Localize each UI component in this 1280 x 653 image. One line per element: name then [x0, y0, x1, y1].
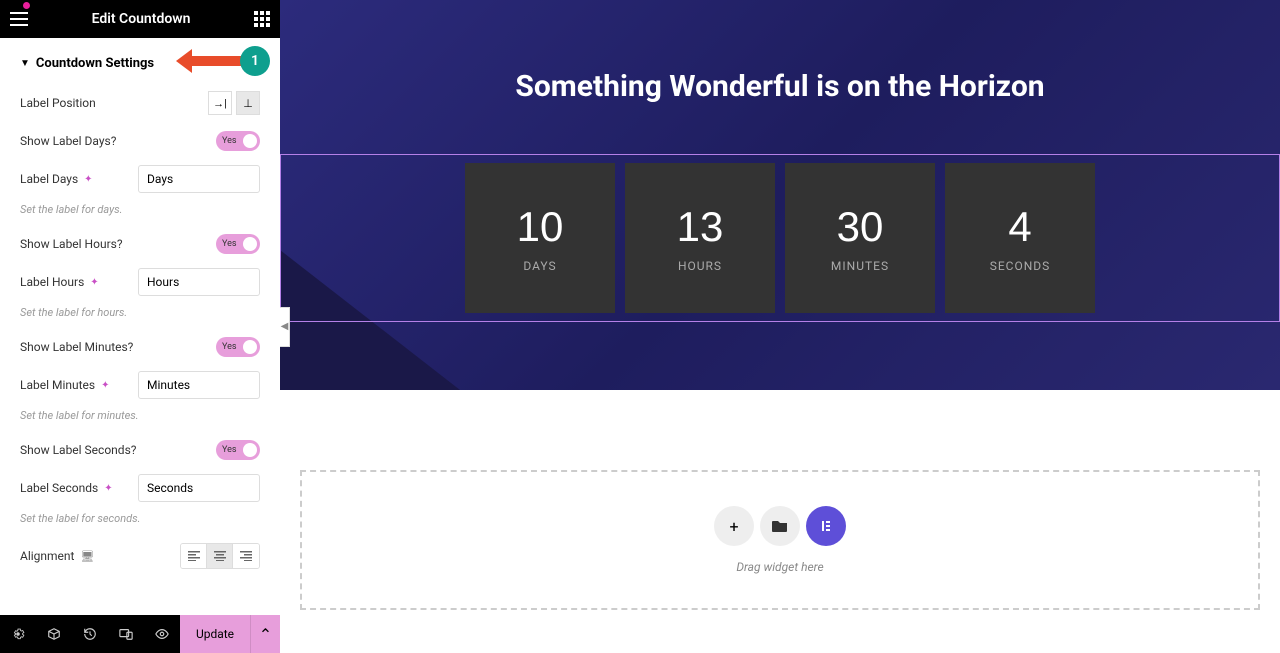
update-button[interactable]: Update: [180, 615, 250, 653]
globe-icon[interactable]: ✦: [104, 483, 112, 494]
align-left-button[interactable]: [181, 544, 207, 568]
toggle-show-hours[interactable]: Yes: [216, 234, 260, 254]
countdown-minutes: 30 MINUTES: [785, 163, 935, 313]
row-show-hours: Show Label Hours? Yes: [0, 226, 280, 262]
countdown-hours: 13 HOURS: [625, 163, 775, 313]
input-label-seconds[interactable]: [138, 474, 260, 502]
elementor-button[interactable]: [806, 506, 846, 546]
sidebar-footer: Update ⌃: [0, 615, 280, 653]
folder-button[interactable]: [760, 506, 800, 546]
align-right-button[interactable]: [233, 544, 259, 568]
row-show-minutes: Show Label Minutes? Yes: [0, 329, 280, 365]
countdown-widget[interactable]: 10 DAYS 13 HOURS 30 MINUTES 4 SECONDS: [280, 154, 1280, 322]
position-below-button[interactable]: ⊥: [236, 91, 260, 115]
sidebar-title: Edit Countdown: [28, 11, 254, 27]
hero-title: Something Wonderful is on the Horizon: [515, 69, 1044, 104]
help-minutes: Set the label for minutes.: [0, 405, 280, 432]
globe-icon[interactable]: ✦: [90, 277, 98, 288]
notification-dot: [23, 2, 30, 9]
add-widget-button[interactable]: +: [714, 506, 754, 546]
callout-badge: 1: [240, 46, 270, 76]
dropzone-text: Drag widget here: [736, 560, 823, 574]
apps-icon[interactable]: [254, 11, 270, 27]
row-label-days: Label Days✦: [0, 159, 280, 199]
row-label-minutes: Label Minutes✦: [0, 365, 280, 405]
align-center-button[interactable]: [207, 544, 233, 568]
help-seconds: Set the label for seconds.: [0, 508, 280, 535]
desktop-icon[interactable]: 🖥: [80, 550, 94, 563]
input-label-minutes[interactable]: [138, 371, 260, 399]
menu-icon[interactable]: [10, 12, 28, 26]
collapse-sidebar-button[interactable]: ◀: [280, 307, 290, 347]
row-show-seconds: Show Label Seconds? Yes: [0, 432, 280, 468]
sidebar-body: ▼ Countdown Settings 1 Label Position →|…: [0, 38, 280, 615]
countdown-seconds: 4 SECONDS: [945, 163, 1095, 313]
callout-arrow: 1: [176, 46, 270, 76]
canvas: Something Wonderful is on the Horizon 10…: [280, 0, 1280, 653]
preview-icon[interactable]: [144, 615, 180, 653]
sidebar-header: Edit Countdown: [0, 0, 280, 38]
input-label-days[interactable]: [138, 165, 260, 193]
countdown-days: 10 DAYS: [465, 163, 615, 313]
toggle-show-seconds[interactable]: Yes: [216, 440, 260, 460]
row-alignment: Alignment🖥: [0, 535, 280, 577]
row-label-seconds: Label Seconds✦: [0, 468, 280, 508]
position-inline-button[interactable]: →|: [208, 91, 232, 115]
row-label-position: Label Position →| ⊥: [0, 83, 280, 123]
navigator-icon[interactable]: [36, 615, 72, 653]
help-days: Set the label for days.: [0, 199, 280, 226]
globe-icon[interactable]: ✦: [84, 174, 92, 185]
help-hours: Set the label for hours.: [0, 302, 280, 329]
globe-icon[interactable]: ✦: [101, 380, 109, 391]
toggle-show-minutes[interactable]: Yes: [216, 337, 260, 357]
responsive-icon[interactable]: [108, 615, 144, 653]
history-icon[interactable]: [72, 615, 108, 653]
caret-down-icon: ▼: [20, 58, 30, 69]
row-show-days: Show Label Days? Yes: [0, 123, 280, 159]
settings-icon[interactable]: [0, 615, 36, 653]
toggle-show-days[interactable]: Yes: [216, 131, 260, 151]
section-countdown-settings[interactable]: ▼ Countdown Settings 1: [0, 38, 280, 83]
section-title: Countdown Settings: [36, 56, 154, 71]
input-label-hours[interactable]: [138, 268, 260, 296]
update-options-button[interactable]: ⌃: [250, 615, 280, 653]
row-label-hours: Label Hours✦: [0, 262, 280, 302]
hero-section[interactable]: Something Wonderful is on the Horizon 10…: [280, 0, 1280, 390]
sidebar: Edit Countdown ▼ Countdown Settings 1 La…: [0, 0, 280, 653]
dropzone[interactable]: + Drag widget here: [300, 470, 1260, 610]
